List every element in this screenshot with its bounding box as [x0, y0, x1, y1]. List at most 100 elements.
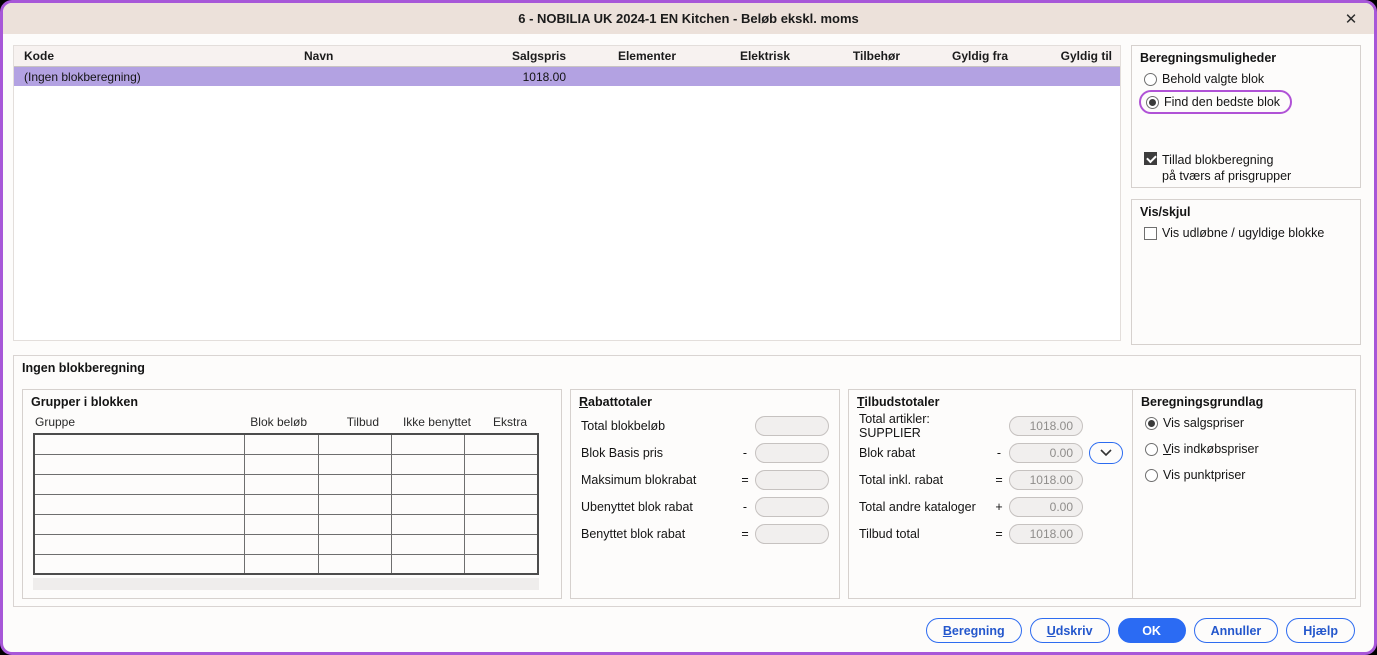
- blok-rabat-field: 0.00: [1009, 442, 1083, 463]
- radio-label: Find den bedste blok: [1164, 95, 1281, 109]
- radio-icon: [1145, 416, 1158, 430]
- radio-icon: [1145, 468, 1158, 482]
- rabattotaler-title: Rabattotaler: [579, 395, 652, 409]
- total-andre-kataloger-field: 0.00: [1009, 496, 1083, 517]
- grupper-column-headers: Gruppe Blok beløb Tilbud Ikke benyttet E…: [33, 415, 553, 429]
- row-label: Total blokbeløb: [581, 418, 666, 433]
- row-operator: -: [996, 445, 1002, 460]
- row-operator: =: [741, 472, 749, 487]
- radio-icon: [1144, 72, 1157, 86]
- checkbox-icon: [1144, 226, 1157, 240]
- table-row: [33, 553, 539, 575]
- row-label: Benyttet blok rabat: [581, 526, 686, 541]
- ok-button[interactable]: OK: [1117, 618, 1186, 643]
- total-row: Total andre kataloger + 0.00: [859, 496, 1123, 517]
- detail-panel: Ingen blokberegning Grupper i blokken Gr…: [13, 355, 1361, 607]
- row-operator: -: [742, 499, 748, 514]
- checkbox-label-line2: på tværs af prisgrupper: [1162, 169, 1292, 183]
- beregningsmuligheder-title: Beregningsmuligheder: [1140, 51, 1277, 65]
- row-label: Total artikler: SUPPLIER: [859, 411, 930, 440]
- total-artikler-field: 1018.00: [1009, 415, 1083, 436]
- footer-button-bar: Beregning Udskriv OK Annuller Hjælp: [3, 618, 1374, 643]
- radio-label: Vis indkøbspriser: [1163, 442, 1259, 456]
- cell-salgspris: 1018.00: [522, 69, 566, 84]
- benyttet-blok-rabat-field: [755, 523, 829, 544]
- table-row: [33, 493, 539, 515]
- row-label: Blok rabat: [859, 445, 916, 460]
- row-operator: +: [995, 499, 1003, 514]
- ubenyttet-blok-rabat-field: [755, 496, 829, 517]
- beregning-button[interactable]: Beregning: [925, 618, 1022, 643]
- row-label: Maksimum blokrabat: [581, 472, 697, 487]
- row-label: Total inkl. rabat: [859, 472, 944, 487]
- tilbudstotaler-group: Tilbudstotaler Total artikler: SUPPLIER …: [848, 389, 1134, 599]
- checkbox-icon: [1144, 152, 1157, 165]
- total-row: Benyttet blok rabat =: [581, 523, 829, 544]
- column-header-tilbehor: Tilbehør: [852, 49, 900, 63]
- vis-skjul-title: Vis/skjul: [1140, 205, 1191, 219]
- grupper-i-blokken-group: Grupper i blokken Gruppe Blok beløb Tilb…: [22, 389, 562, 599]
- grupper-title: Grupper i blokken: [31, 395, 138, 409]
- row-label: Blok Basis pris: [581, 445, 663, 460]
- radio-vis-salgspriser[interactable]: Vis salgspriser: [1145, 416, 1355, 430]
- table-row: [33, 453, 539, 475]
- total-row: Blok Basis pris -: [581, 442, 829, 463]
- titlebar: 6 - NOBILIA UK 2024-1 EN Kitchen - Beløb…: [3, 3, 1374, 34]
- column-header-kode: Kode: [24, 49, 54, 63]
- row-operator: =: [995, 472, 1003, 487]
- total-row: Tilbud total = 1018.00: [859, 523, 1123, 544]
- radio-label: Behold valgte blok: [1162, 72, 1265, 86]
- checkbox-vis-udlobne[interactable]: Vis udløbne / ugyldige blokke: [1144, 226, 1360, 240]
- beregningsgrundlag-group: Beregningsgrundlag Vis salgspriser Vis i…: [1132, 389, 1356, 599]
- cell-kode: (Ingen blokberegning): [24, 69, 141, 84]
- table-row: [33, 533, 539, 555]
- column-header-elementer: Elementer: [617, 49, 676, 63]
- row-operator: -: [742, 445, 748, 460]
- radio-label: Vis salgspriser: [1163, 416, 1245, 430]
- radio-vis-indkobspriser[interactable]: Vis indkøbspriser: [1145, 442, 1355, 456]
- blok-rabat-dropdown-button[interactable]: [1089, 441, 1123, 464]
- column-header-ekstra: Ekstra: [492, 415, 527, 429]
- maksimum-blokrabat-field: [755, 469, 829, 490]
- checkbox-tillad-blokberegning[interactable]: Tillad blokberegning på tværs af prisgru…: [1144, 152, 1360, 184]
- row-operator: =: [995, 526, 1003, 541]
- annuller-button[interactable]: Annuller: [1193, 618, 1279, 643]
- checkbox-label: Vis udløbne / ugyldige blokke: [1162, 226, 1325, 240]
- chevron-down-icon: [1100, 449, 1112, 457]
- radio-behold-valgte-blok[interactable]: Behold valgte blok: [1144, 72, 1360, 86]
- detail-panel-title: Ingen blokberegning: [22, 361, 145, 375]
- udskriv-button[interactable]: Udskriv: [1029, 618, 1110, 643]
- column-header-tilbud: Tilbud: [346, 415, 379, 429]
- list-row-ingen-blokberegning[interactable]: (Ingen blokberegning) 1018.00: [14, 67, 1120, 86]
- table-row: [33, 513, 539, 535]
- hjaelp-button[interactable]: Hjælp: [1286, 618, 1355, 643]
- tilbudstotaler-title: Tilbudstotaler: [857, 395, 940, 409]
- radio-vis-punktpriser[interactable]: Vis punktpriser: [1145, 468, 1355, 482]
- horizontal-scrollbar[interactable]: [33, 578, 539, 590]
- radio-icon: [1145, 442, 1158, 456]
- total-row: Total inkl. rabat = 1018.00: [859, 469, 1123, 490]
- tilbud-total-field: 1018.00: [1009, 523, 1083, 544]
- total-row: Total blokbeløb: [581, 415, 829, 436]
- close-icon[interactable]: ✕: [1340, 8, 1362, 30]
- row-label: Ubenyttet blok rabat: [581, 499, 693, 514]
- total-blokbelob-field: [755, 415, 829, 436]
- block-calculation-dialog: 6 - NOBILIA UK 2024-1 EN Kitchen - Beløb…: [0, 0, 1377, 655]
- beregningsgrundlag-title: Beregningsgrundlag: [1141, 395, 1264, 409]
- row-label: Total andre kataloger: [859, 499, 976, 514]
- radio-icon: [1146, 95, 1159, 109]
- radio-find-den-bedste-blok[interactable]: Find den bedste blok: [1146, 95, 1280, 109]
- column-header-ikke-benyttet: Ikke benyttet: [402, 415, 471, 429]
- blok-basis-pris-field: [755, 442, 829, 463]
- dialog-title: 6 - NOBILIA UK 2024-1 EN Kitchen - Beløb…: [518, 11, 859, 26]
- checkbox-label-line1: Tillad blokberegning: [1162, 153, 1274, 167]
- column-header-gyldig-fra: Gyldig fra: [951, 49, 1008, 63]
- column-header-gyldig-til: Gyldig til: [1060, 49, 1112, 63]
- column-header-salgspris: Salgspris: [511, 49, 566, 63]
- block-list: Kode Navn Salgspris Elementer Elektrisk …: [13, 45, 1121, 341]
- total-row: Maksimum blokrabat =: [581, 469, 829, 490]
- row-label: Tilbud total: [859, 526, 920, 541]
- grupper-table: [33, 433, 539, 575]
- rabattotaler-group: Rabattotaler Total blokbeløb Blok Basis …: [570, 389, 840, 599]
- block-list-header: Kode Navn Salgspris Elementer Elektrisk …: [14, 46, 1120, 67]
